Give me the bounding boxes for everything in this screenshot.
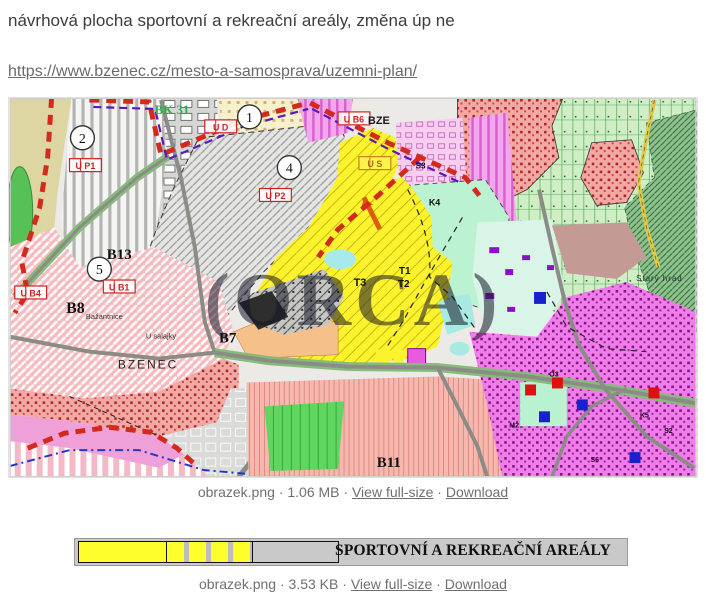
map-label-b8: B8: [66, 300, 85, 317]
map-filename: obrazek.png: [198, 484, 275, 500]
map-label-ud: U D: [213, 122, 229, 132]
map-view-full-size-link[interactable]: View full-size: [352, 484, 433, 500]
map-filesize: 1.06 MB: [287, 484, 339, 500]
legend-swatch-yellow-solid: [78, 541, 167, 563]
legend-swatches: [78, 541, 339, 563]
legend-attachment-caption: obrazek.png · 3.53 KB · View full-size ·…: [8, 575, 698, 594]
map-label-o3: O3: [549, 372, 558, 379]
forum-post: návrhová plocha sportovní a rekreační ar…: [0, 0, 706, 594]
post-link[interactable]: https://www.bzenec.cz/mesto-a-samosprava…: [8, 63, 417, 81]
map-label-m2: M2: [509, 422, 519, 429]
map-label-us: U S: [367, 159, 382, 169]
zoning-map-svg: BK 31U D12U P1U B6BZEU P24U SS3K4T1T2T3B…: [9, 98, 697, 477]
map-label-staryhrad: Starý hrad: [636, 274, 683, 283]
map-label-bzenec: BZENEC: [118, 358, 178, 372]
map-download-link[interactable]: Download: [446, 484, 508, 500]
map-label-s2: S2: [664, 428, 673, 435]
map-label-usalajky: U salajky: [146, 332, 177, 341]
map-label-c5: 5: [96, 263, 103, 278]
map-label-k5: K5: [640, 412, 649, 419]
legend-view-full-size-link[interactable]: View full-size: [351, 576, 432, 592]
legend-download-link[interactable]: Download: [445, 576, 507, 592]
map-label-bze: BZE: [368, 115, 390, 127]
map-label-c1: 1: [246, 111, 253, 126]
legend-label: SPORTOVNÍ A REKREAČNÍ AREÁLY: [335, 542, 611, 560]
map-label-bazantnice: Bažantnice: [86, 312, 123, 321]
map-label-ub4: U B4: [21, 288, 41, 298]
legend-filename: obrazek.png: [199, 576, 276, 592]
legend-filesize: 3.53 KB: [289, 576, 339, 592]
legend-swatch-yellow-striped: [167, 541, 253, 563]
map-label-b11: B11: [377, 455, 401, 471]
map-label-s3: S3: [416, 162, 426, 171]
legend-image[interactable]: SPORTOVNÍ A REKREAČNÍ AREÁLY: [74, 538, 628, 566]
legend-swatch-gray: [253, 541, 339, 563]
map-attachment-caption: obrazek.png · 1.06 MB · View full-size ·…: [8, 483, 698, 502]
map-label-ub6: U B6: [344, 114, 364, 124]
map-label-up1: U P1: [75, 161, 95, 171]
map-label-s6: S6: [590, 457, 599, 464]
orca-watermark: (ORCA): [205, 259, 502, 342]
post-title: návrhová plocha sportovní a rekreační ar…: [8, 10, 706, 32]
map-label-up2: U P2: [265, 191, 285, 201]
map-label-c4: 4: [286, 162, 293, 177]
map-label-b13: B13: [107, 247, 132, 263]
map-label-k4: K4: [429, 197, 440, 207]
zoning-map-image[interactable]: BK 31U D12U P1U B6BZEU P24U SS3K4T1T2T3B…: [8, 97, 698, 478]
map-label-ub1: U B1: [109, 282, 129, 292]
map-label-bk31: BK 31: [155, 102, 190, 117]
map-label-c2: 2: [79, 132, 86, 147]
